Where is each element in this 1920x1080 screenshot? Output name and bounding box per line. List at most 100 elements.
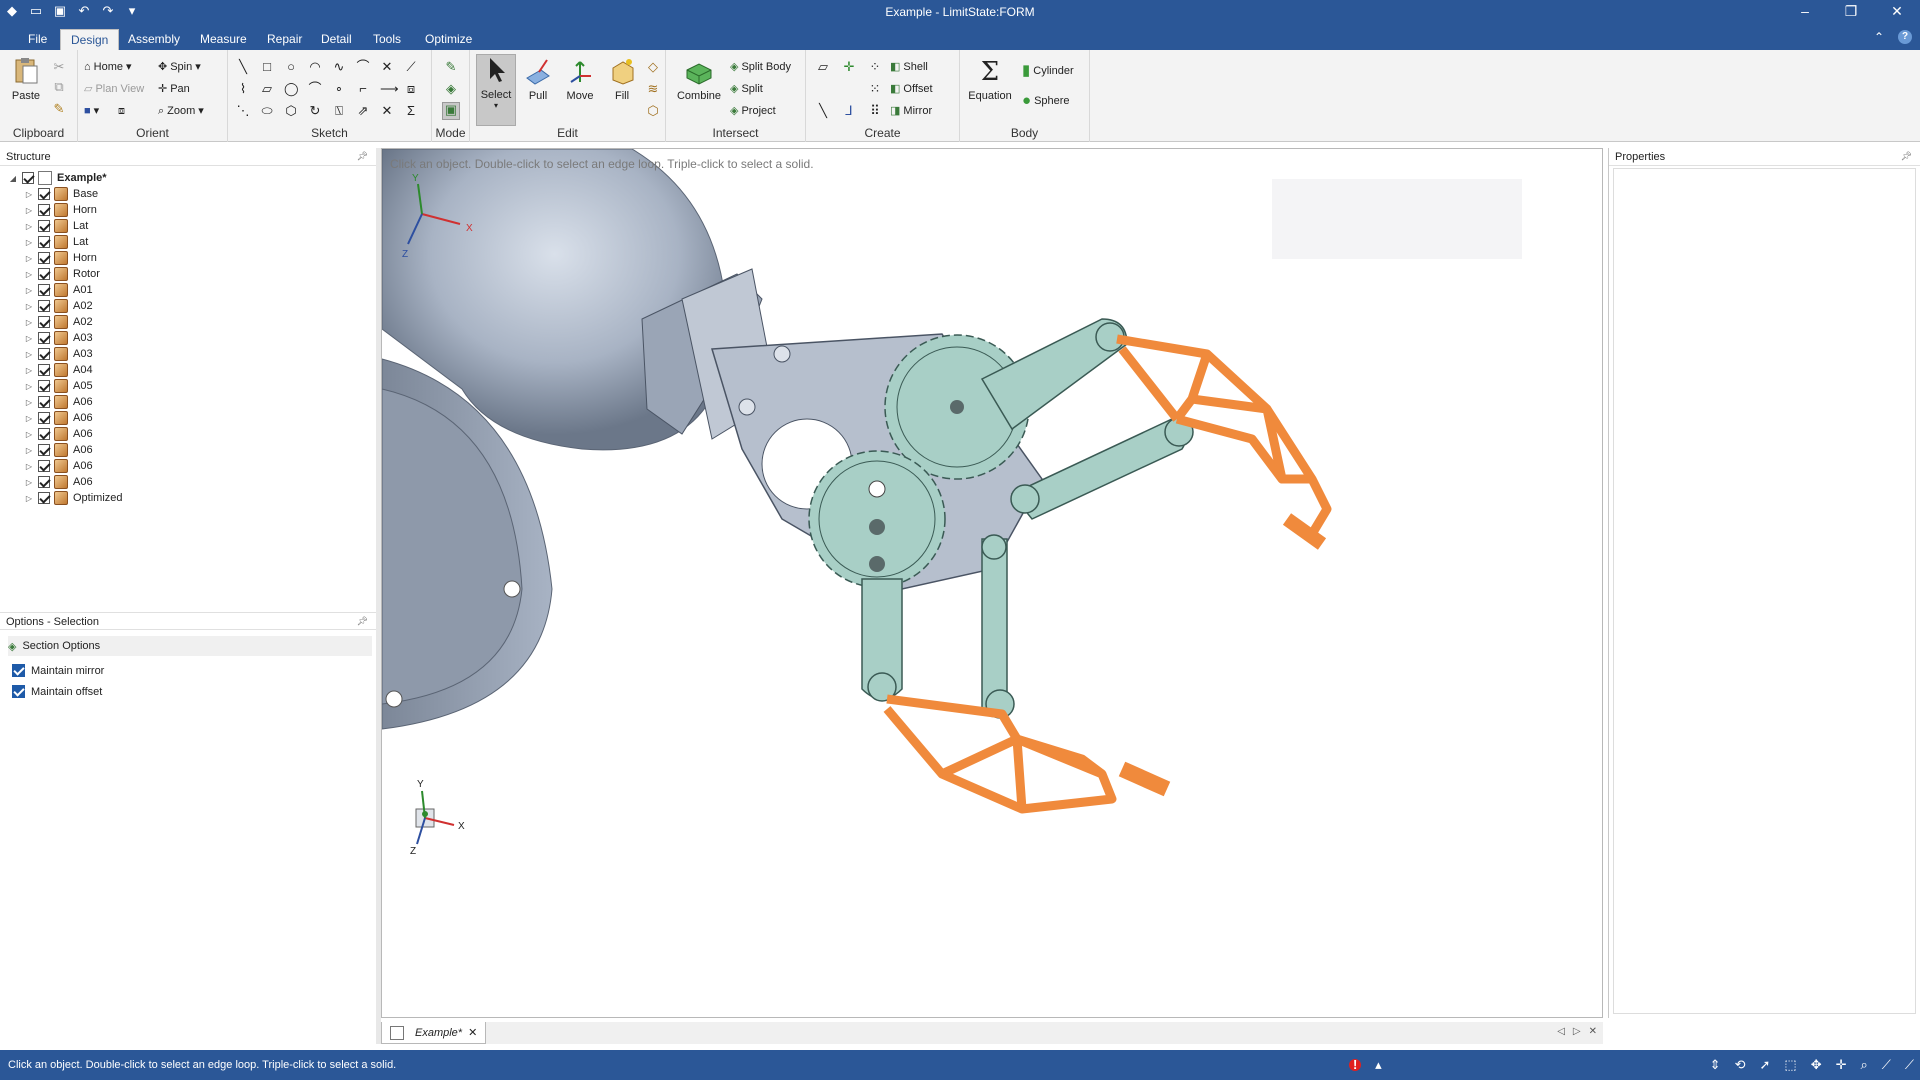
visibility-checkbox[interactable] [38, 412, 50, 424]
expand-icon[interactable]: ▷ [24, 334, 34, 343]
tree-item[interactable]: ▷ A06 [24, 394, 93, 410]
plan-view-button[interactable]: ▱ Plan View [84, 80, 144, 98]
tab-measure[interactable]: Measure [190, 29, 257, 50]
visibility-checkbox[interactable] [38, 252, 50, 264]
snap-view-button[interactable]: ⧈ [118, 102, 125, 120]
tree-item[interactable]: ▷ Lat [24, 234, 88, 250]
expand-icon[interactable]: ▷ [24, 222, 34, 231]
format-painter-icon[interactable]: ✎ [52, 102, 66, 116]
visibility-checkbox[interactable] [22, 172, 34, 184]
pin-icon[interactable]: 📌︎ [1901, 151, 1912, 162]
line-tool-icon[interactable]: ╲ [236, 60, 250, 74]
section-mode-icon[interactable]: ◈ [444, 82, 458, 96]
maintain-mirror-option[interactable]: Maintain mirror [12, 664, 104, 677]
collapse-ribbon-icon[interactable]: ⌃ [1874, 30, 1884, 44]
visibility-checkbox[interactable] [38, 236, 50, 248]
copy-icon[interactable]: ⧉ [52, 80, 66, 94]
tree-item[interactable]: ▷ A02 [24, 314, 93, 330]
paste-button[interactable]: Paste [6, 56, 46, 102]
grid-pattern-icon[interactable]: ⠿ [868, 104, 882, 118]
axis-icon[interactable]: ╲ [816, 104, 830, 118]
visibility-checkbox[interactable] [38, 332, 50, 344]
scroll-left-icon[interactable]: ◁ [1557, 1026, 1565, 1037]
zoom-button[interactable]: ⌕ Zoom ▾ [158, 102, 204, 120]
fillet-tool-icon[interactable]: ⌐ [356, 82, 370, 96]
fill-button[interactable]: Fill [602, 56, 642, 102]
select-button[interactable]: Select ▾ [476, 54, 516, 126]
visibility-checkbox[interactable] [38, 380, 50, 392]
pan-button[interactable]: ✛ Pan [158, 80, 190, 98]
visibility-checkbox[interactable] [38, 364, 50, 376]
tree-root[interactable]: ◢ Example* [8, 170, 107, 186]
equation-button[interactable]: Σ Equation [964, 56, 1016, 102]
expand-icon[interactable]: ▷ [24, 462, 34, 471]
linear-pattern-icon[interactable]: ⁙ [868, 82, 882, 96]
coordinate-system-icon[interactable]: ⅃ [842, 104, 856, 118]
edit-extra-icon-1[interactable]: ◇ [646, 60, 660, 74]
visibility-checkbox[interactable] [38, 220, 50, 232]
circle-tool-icon[interactable]: ○ [284, 60, 298, 74]
expand-icon[interactable]: ▷ [24, 206, 34, 215]
document-tab-example[interactable]: Example* ✕ [381, 1022, 487, 1044]
expand-icon[interactable]: ▷ [24, 318, 34, 327]
visibility-checkbox[interactable] [38, 460, 50, 472]
view-orientation-triad[interactable]: X Y Z [410, 779, 465, 857]
pan-view-icon[interactable]: ✛ [1836, 1057, 1847, 1073]
ellipse-tool-icon[interactable]: ⬭ [260, 104, 274, 118]
tree-item[interactable]: ▷ Horn [24, 250, 97, 266]
tree-item[interactable]: ▷ A06 [24, 474, 93, 490]
tree-item[interactable]: ▷ Rotor [24, 266, 100, 282]
arc-tool-icon[interactable]: ◠ [308, 60, 322, 74]
sphere-button[interactable]: ● Sphere [1022, 92, 1070, 110]
tree-item[interactable]: ▷ A05 [24, 378, 93, 394]
tree-item[interactable]: ▷ Base [24, 186, 98, 202]
tree-item[interactable]: ▷ A04 [24, 362, 93, 378]
maintain-offset-checkbox[interactable] [12, 685, 25, 698]
tree-item[interactable]: ▷ A06 [24, 442, 93, 458]
origin-icon[interactable]: ✛ [842, 60, 856, 74]
cylinder-button[interactable]: ▮ Cylinder [1022, 62, 1074, 80]
collapse-icon[interactable]: ◢ [8, 174, 18, 183]
tree-item[interactable]: ▷ Horn [24, 202, 97, 218]
tab-detail[interactable]: Detail [311, 29, 362, 50]
visibility-checkbox[interactable] [38, 396, 50, 408]
sketch-equation-icon[interactable]: Σ [404, 104, 418, 118]
rotate-curve-icon[interactable]: ↻ [308, 104, 322, 118]
sketch-mode-icon[interactable]: ✎ [444, 60, 458, 74]
visibility-checkbox[interactable] [38, 348, 50, 360]
visibility-checkbox[interactable] [38, 444, 50, 456]
tree-item[interactable]: ▷ A06 [24, 426, 93, 442]
close-tab-icon[interactable]: ✕ [468, 1026, 477, 1039]
snap-icon[interactable]: ✥ [1811, 1057, 1822, 1073]
point-tool-icon[interactable]: ∘ [332, 82, 346, 96]
visibility-checkbox[interactable] [38, 188, 50, 200]
visibility-checkbox[interactable] [38, 284, 50, 296]
polygon-circle-icon[interactable]: ⬡ [284, 104, 298, 118]
tree-item[interactable]: ▷ A06 [24, 458, 93, 474]
select-mode-icon[interactable]: ➚ [1759, 1057, 1770, 1073]
help-icon[interactable]: ? [1898, 30, 1912, 44]
home-button[interactable]: ⌂ Home ▾ [84, 58, 132, 76]
tree-item[interactable]: ▷ A02 [24, 298, 93, 314]
visibility-checkbox[interactable] [38, 428, 50, 440]
extend-tool-icon[interactable]: ⟶ [380, 82, 399, 96]
zoom-view-icon[interactable]: ⌕ [1861, 1057, 1868, 1073]
error-indicator-icon[interactable]: ! [1349, 1058, 1362, 1071]
expand-icon[interactable]: ▷ [24, 446, 34, 455]
project-button[interactable]: ◈ Project [730, 102, 776, 120]
box-select-icon[interactable]: ⬚ [1784, 1057, 1796, 1073]
model-canvas[interactable]: X Y Z X Y Z [382, 149, 1603, 1018]
expand-icon[interactable]: ▷ [24, 398, 34, 407]
edit-extra-icon-3[interactable]: ⬡ [646, 104, 660, 118]
maintain-mirror-checkbox[interactable] [12, 664, 25, 677]
3d-viewport[interactable]: Click an object. Double-click to select … [381, 148, 1603, 1018]
edit-extra-icon-2[interactable]: ≋ [646, 82, 660, 96]
maintain-offset-option[interactable]: Maintain offset [12, 685, 102, 698]
construction-line-icon[interactable]: ⋱ [236, 104, 250, 118]
spline-tool-icon[interactable]: ∿ [332, 60, 346, 74]
visibility-checkbox[interactable] [38, 316, 50, 328]
selection-filter-icon[interactable]: ⇕ [1710, 1057, 1721, 1073]
properties-grid[interactable] [1613, 168, 1916, 1014]
split-button[interactable]: ◈ Split [730, 80, 763, 98]
combine-button[interactable]: Combine [676, 56, 722, 102]
